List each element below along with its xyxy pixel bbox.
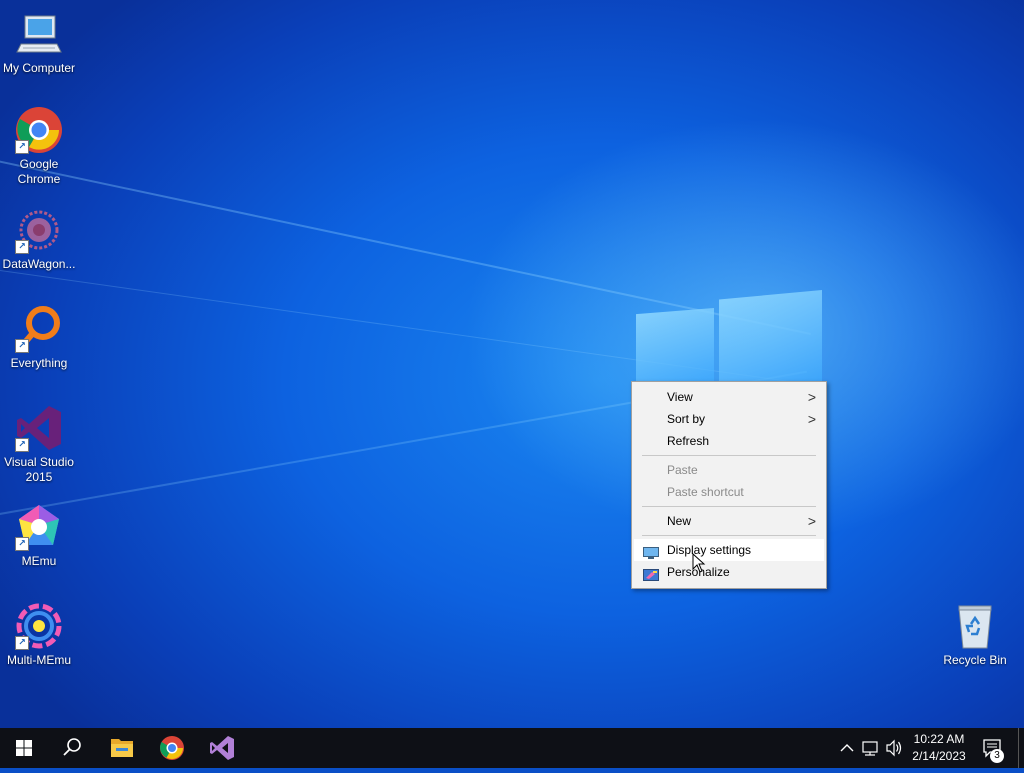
chrome-icon: ↗ (15, 106, 63, 154)
context-menu-item-view[interactable]: View > (634, 386, 824, 408)
desktop[interactable]: My Computer ↗ Google Chrome ↗ DataWagon.… (0, 0, 1024, 728)
taskbar-chrome[interactable] (148, 728, 196, 768)
visual-studio-icon (210, 736, 234, 760)
context-menu-item-personalize[interactable]: Personalize (634, 561, 824, 583)
windows-start-icon (16, 740, 32, 756)
display-icon (643, 544, 659, 559)
menu-separator (642, 506, 816, 507)
volume-control[interactable] (884, 728, 904, 768)
show-hidden-icons-button[interactable] (838, 728, 856, 768)
chevron-right-icon: > (807, 411, 816, 427)
context-menu-item-paste-shortcut: Paste shortcut (667, 485, 744, 499)
desktop-icon-datawagon[interactable]: ↗ DataWagon... (0, 206, 78, 272)
menu-separator (642, 535, 816, 536)
desktop-icon-recycle-bin[interactable]: Recycle Bin (936, 602, 1014, 668)
mouse-cursor-icon (692, 552, 706, 573)
taskbar: 10:22 AM 2/14/2023 3 (0, 728, 1024, 768)
clock-date: 2/14/2023 (912, 749, 966, 763)
clock-time: 10:22 AM (913, 732, 965, 746)
everything-search-icon: ↗ (15, 305, 63, 353)
computer-icon (15, 10, 63, 58)
multi-memu-icon: ↗ (15, 602, 63, 650)
desktop-icon-visual-studio-2015[interactable]: ↗ Visual Studio 2015 (0, 404, 78, 485)
network-status[interactable] (860, 728, 882, 768)
context-menu-item-new[interactable]: New > (634, 510, 824, 532)
memu-icon: ↗ (15, 503, 63, 551)
context-menu-item-display-settings[interactable]: Display settings (634, 539, 824, 561)
desktop-icon-memu[interactable]: ↗ MEmu (0, 503, 78, 569)
chevron-right-icon: > (807, 513, 816, 529)
desktop-icon-everything[interactable]: ↗ Everything (0, 305, 78, 371)
chevron-up-icon (840, 744, 854, 752)
start-button[interactable] (0, 728, 48, 768)
volume-icon (886, 739, 902, 757)
context-menu-item-sort-by[interactable]: Sort by > (634, 408, 824, 430)
visual-studio-icon: ↗ (15, 404, 63, 452)
personalize-icon (643, 566, 659, 581)
context-menu-item-refresh[interactable]: Refresh (634, 430, 824, 452)
recycle-bin-icon (951, 602, 999, 650)
show-desktop-button[interactable] (1018, 728, 1024, 768)
network-icon (862, 741, 878, 756)
menu-separator (642, 455, 816, 456)
desktop-icon-google-chrome[interactable]: ↗ Google Chrome (0, 106, 78, 187)
taskbar-visual-studio[interactable] (198, 728, 246, 768)
search-icon (63, 738, 81, 756)
search-button[interactable] (48, 728, 96, 768)
windows-logo-wallpaper (636, 290, 822, 385)
folder-icon (111, 739, 133, 757)
notification-count-badge: 3 (990, 749, 1004, 763)
datawagon-icon: ↗ (15, 206, 63, 254)
desktop-icon-my-computer[interactable]: My Computer (0, 10, 78, 76)
desktop-icon-multi-memu[interactable]: ↗ Multi-MEmu (0, 602, 78, 668)
desktop-context-menu: View > Sort by > Refresh Paste Paste sho… (631, 381, 827, 589)
taskbar-file-explorer[interactable] (98, 728, 146, 768)
system-clock[interactable]: 10:22 AM 2/14/2023 (905, 731, 973, 765)
context-menu-item-paste: Paste (667, 463, 698, 477)
chevron-right-icon: > (807, 389, 816, 405)
chrome-icon (160, 736, 184, 760)
